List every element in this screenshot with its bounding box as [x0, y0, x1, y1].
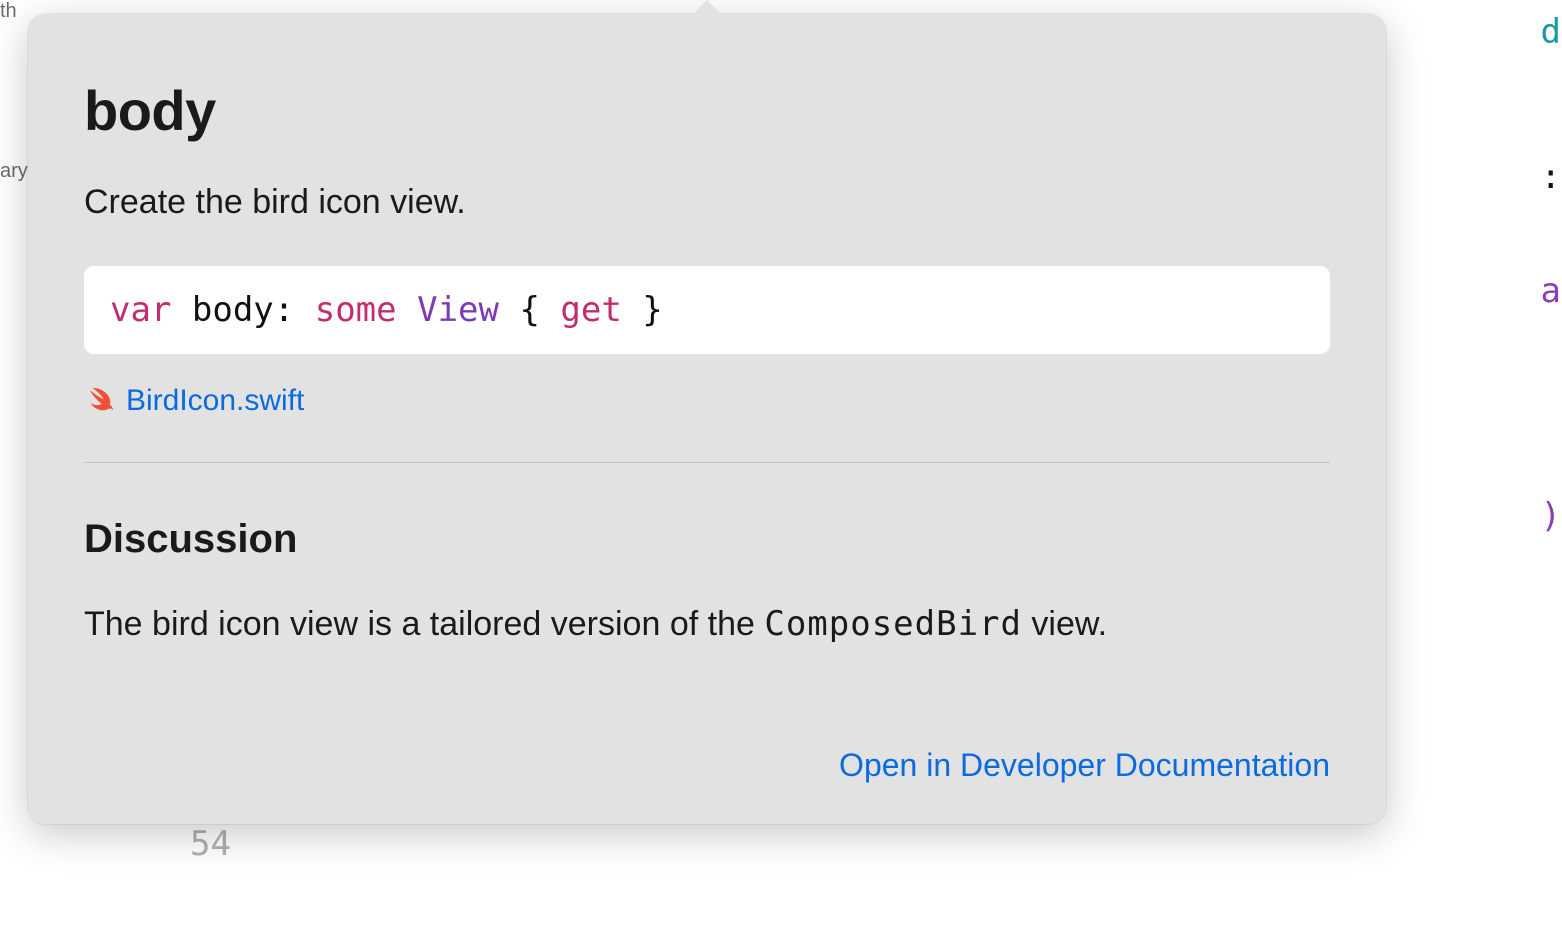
swift-file-icon	[84, 386, 114, 416]
bg-label-ary: ary	[0, 160, 28, 183]
bg-code-token: a	[1382, 259, 1562, 324]
bg-code-fragment: d : a )	[1382, 0, 1562, 600]
section-divider	[84, 462, 1330, 463]
source-file-link[interactable]: BirdIcon.swift	[126, 384, 304, 418]
discussion-code-ref: ComposedBird	[764, 604, 1022, 644]
bg-label-th: th	[0, 0, 17, 23]
decl-token-keyword: some	[315, 290, 397, 330]
decl-token-type: View	[417, 290, 499, 330]
footer-row: Open in Developer Documentation	[84, 707, 1330, 784]
bg-code-token: :	[1382, 145, 1562, 210]
decl-token-keyword: get	[560, 290, 621, 330]
discussion-prefix: The bird icon view is a tailored version…	[84, 605, 764, 643]
decl-token: {	[499, 290, 560, 330]
decl-token: }	[622, 290, 663, 330]
symbol-abstract: Create the bird icon view.	[84, 183, 1330, 222]
decl-token	[397, 290, 417, 330]
decl-token-keyword: var	[110, 290, 171, 330]
discussion-heading: Discussion	[84, 517, 1330, 562]
bg-code-token: d	[1382, 0, 1562, 65]
symbol-title: body	[84, 78, 1330, 143]
discussion-suffix: view.	[1022, 605, 1107, 643]
line-number: 54	[190, 824, 231, 864]
source-file-row: BirdIcon.swift	[84, 384, 1330, 418]
declaration-box: var body: some View { get }	[84, 266, 1330, 354]
decl-token: body:	[171, 290, 314, 330]
discussion-text: The bird icon view is a tailored version…	[84, 602, 1330, 648]
open-in-docs-link[interactable]: Open in Developer Documentation	[839, 747, 1330, 784]
documentation-popover: body Create the bird icon view. var body…	[28, 14, 1386, 824]
bg-code-token: )	[1382, 484, 1562, 549]
